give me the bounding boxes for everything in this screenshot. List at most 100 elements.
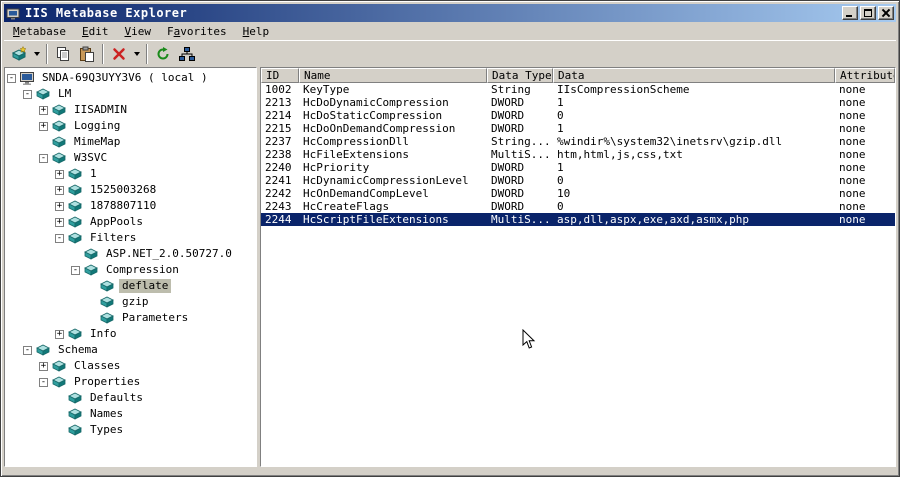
table-row[interactable]: 2213 HcDoDynamicCompression DWORD 1 none <box>261 96 895 109</box>
delete-button[interactable] <box>107 42 131 66</box>
dropdown-arrow-icon <box>134 52 140 56</box>
connect-button[interactable] <box>175 42 199 66</box>
column-header-data-type[interactable]: Data Type <box>487 68 553 83</box>
node-icon <box>68 200 84 212</box>
cell-name: HcFileExtensions <box>303 148 409 161</box>
tree-item-label: Names <box>90 407 124 420</box>
expand-toggle[interactable]: - <box>71 265 80 275</box>
menu-item-help[interactable]: Help <box>235 24 278 39</box>
tree-item-1[interactable]: +1 <box>5 166 256 182</box>
paste-icon <box>79 46 95 62</box>
expand-toggle[interactable]: - <box>7 73 16 83</box>
expand-toggle[interactable]: + <box>55 329 64 339</box>
tree-item-label: deflate <box>119 279 172 293</box>
cell-data-type: DWORD <box>491 174 525 187</box>
tree-item-properties[interactable]: - Properties <box>5 374 256 390</box>
tree-item-compression[interactable]: - Compression <box>5 262 256 278</box>
tree-item-info[interactable]: + Info <box>5 326 256 342</box>
menu-item-view[interactable]: View <box>116 24 159 39</box>
refresh-button[interactable] <box>151 42 175 66</box>
tree-item-classes[interactable]: + Classes <box>5 358 256 374</box>
menu-item-edit[interactable]: Edit <box>74 24 117 39</box>
expand-toggle[interactable]: + <box>55 217 64 227</box>
table-row[interactable]: 2238 HcFileExtensions MultiS... htm,html,js… <box>261 148 895 161</box>
tree-item-lm[interactable]: - LM <box>5 86 256 102</box>
column-header-data[interactable]: Data <box>553 68 835 83</box>
expand-toggle[interactable]: + <box>55 169 64 179</box>
expand-toggle[interactable]: - <box>23 345 32 355</box>
expand-toggle[interactable]: + <box>39 105 48 115</box>
tree-item-logging[interactable]: + Logging <box>5 118 256 134</box>
table-row[interactable]: 2242 HcOnDemandCompLevel DWORD 10 none <box>261 187 895 200</box>
tree-item-iisadmin[interactable]: + IISADMIN <box>5 102 256 118</box>
copy-button[interactable] <box>51 42 75 66</box>
minimize-button[interactable] <box>842 6 858 20</box>
toolbar-separator <box>146 44 148 64</box>
tree-item-defaults[interactable]: Defaults <box>5 390 256 406</box>
tree-item-gzip[interactable]: gzip <box>5 294 256 310</box>
paste-button[interactable] <box>75 42 99 66</box>
column-header-id[interactable]: ID <box>261 68 299 83</box>
cell-data-type: MultiS... <box>491 213 551 226</box>
table-row[interactable]: 2214 HcDoStaticCompression DWORD 0 none <box>261 109 895 122</box>
table-row[interactable]: 2237 HcCompressionDll String... %windir%\sy… <box>261 135 895 148</box>
expand-toggle[interactable]: - <box>23 89 32 99</box>
table-row[interactable]: 2240 HcPriority DWORD 1 none <box>261 161 895 174</box>
tree-item-label: Compression <box>106 263 179 276</box>
title-bar[interactable]: IIS Metabase Explorer <box>4 4 896 22</box>
node-icon <box>68 424 84 436</box>
expand-toggle[interactable]: + <box>39 361 48 371</box>
expand-toggle[interactable]: - <box>55 233 64 243</box>
node-icon <box>36 344 52 356</box>
menu-bar: Metabase Edit View Favorites Help <box>4 22 896 40</box>
tree-item-label: LM <box>58 87 72 100</box>
tree-item-schema[interactable]: - Schema <box>5 342 256 358</box>
maximize-button[interactable] <box>860 6 876 20</box>
new-item-button[interactable] <box>7 42 31 66</box>
expand-toggle[interactable]: + <box>55 185 64 195</box>
tree-item-w3svc[interactable]: - W3SVC <box>5 150 256 166</box>
tree-item-1878807110[interactable]: +1878807110 <box>5 198 256 214</box>
tree-item-deflate[interactable]: deflate <box>5 278 256 294</box>
tree-item-types[interactable]: Types <box>5 422 256 438</box>
close-button[interactable] <box>878 6 894 20</box>
tree-item-label: W3SVC <box>74 151 108 164</box>
cell-attributes: none <box>839 96 866 109</box>
cell-data: 10 <box>557 187 571 200</box>
node-icon <box>52 120 68 132</box>
cell-attributes: none <box>839 122 866 135</box>
table-header: IDNameData TypeDataAttributes <box>261 68 895 83</box>
cell-data-type: DWORD <box>491 187 525 200</box>
cell-name: HcDoStaticCompression <box>303 109 443 122</box>
tree-item-parameters[interactable]: Parameters <box>5 310 256 326</box>
cell-attributes: none <box>839 148 866 161</box>
cell-data: htm,html,js,css,txt <box>557 148 683 161</box>
table-row[interactable]: 2244 HcScriptFileExtensions MultiS... asp,d… <box>261 213 895 226</box>
copy-icon <box>55 46 71 62</box>
table-row[interactable]: 2243 HcCreateFlags DWORD 0 none <box>261 200 895 213</box>
tree-item-asp-net-2-0-50727-0[interactable]: ASP.NET_2.0.50727.0 <box>5 246 256 262</box>
column-header-name[interactable]: Name <box>299 68 487 83</box>
tree-item-1525003268[interactable]: +1525003268 <box>5 182 256 198</box>
table-row[interactable]: 1002 KeyType String IIsCompressionScheme non… <box>261 83 895 96</box>
tree-item-filters[interactable]: - Filters <box>5 230 256 246</box>
cell-data: 0 <box>557 109 564 122</box>
tree-item-apppools[interactable]: + AppPools <box>5 214 256 230</box>
tree-item-snda-69q3uyy3v6-local[interactable]: - SNDA-69Q3UYY3V6 ( local ) <box>5 70 256 86</box>
menu-item-favorites[interactable]: Favorites <box>159 24 235 39</box>
menu-item-metabase[interactable]: Metabase <box>5 24 74 39</box>
expand-toggle[interactable]: - <box>39 377 48 387</box>
expand-toggle[interactable]: + <box>55 201 64 211</box>
tree-item-mimemap[interactable]: MimeMap <box>5 134 256 150</box>
toolbar-separator <box>46 44 48 64</box>
new-item-button-dropdown[interactable] <box>31 42 43 66</box>
tree-item-names[interactable]: Names <box>5 406 256 422</box>
expand-toggle[interactable]: + <box>39 121 48 131</box>
cell-name: HcPriority <box>303 161 370 174</box>
column-header-attributes[interactable]: Attributes <box>835 68 895 83</box>
delete-button-dropdown[interactable] <box>131 42 143 66</box>
table-row[interactable]: 2241 HcDynamicCompressionLevel DWORD 0 none <box>261 174 895 187</box>
expand-toggle[interactable]: - <box>39 153 48 163</box>
node-icon <box>52 152 68 164</box>
table-row[interactable]: 2215 HcDoOnDemandCompression DWORD 1 none <box>261 122 895 135</box>
